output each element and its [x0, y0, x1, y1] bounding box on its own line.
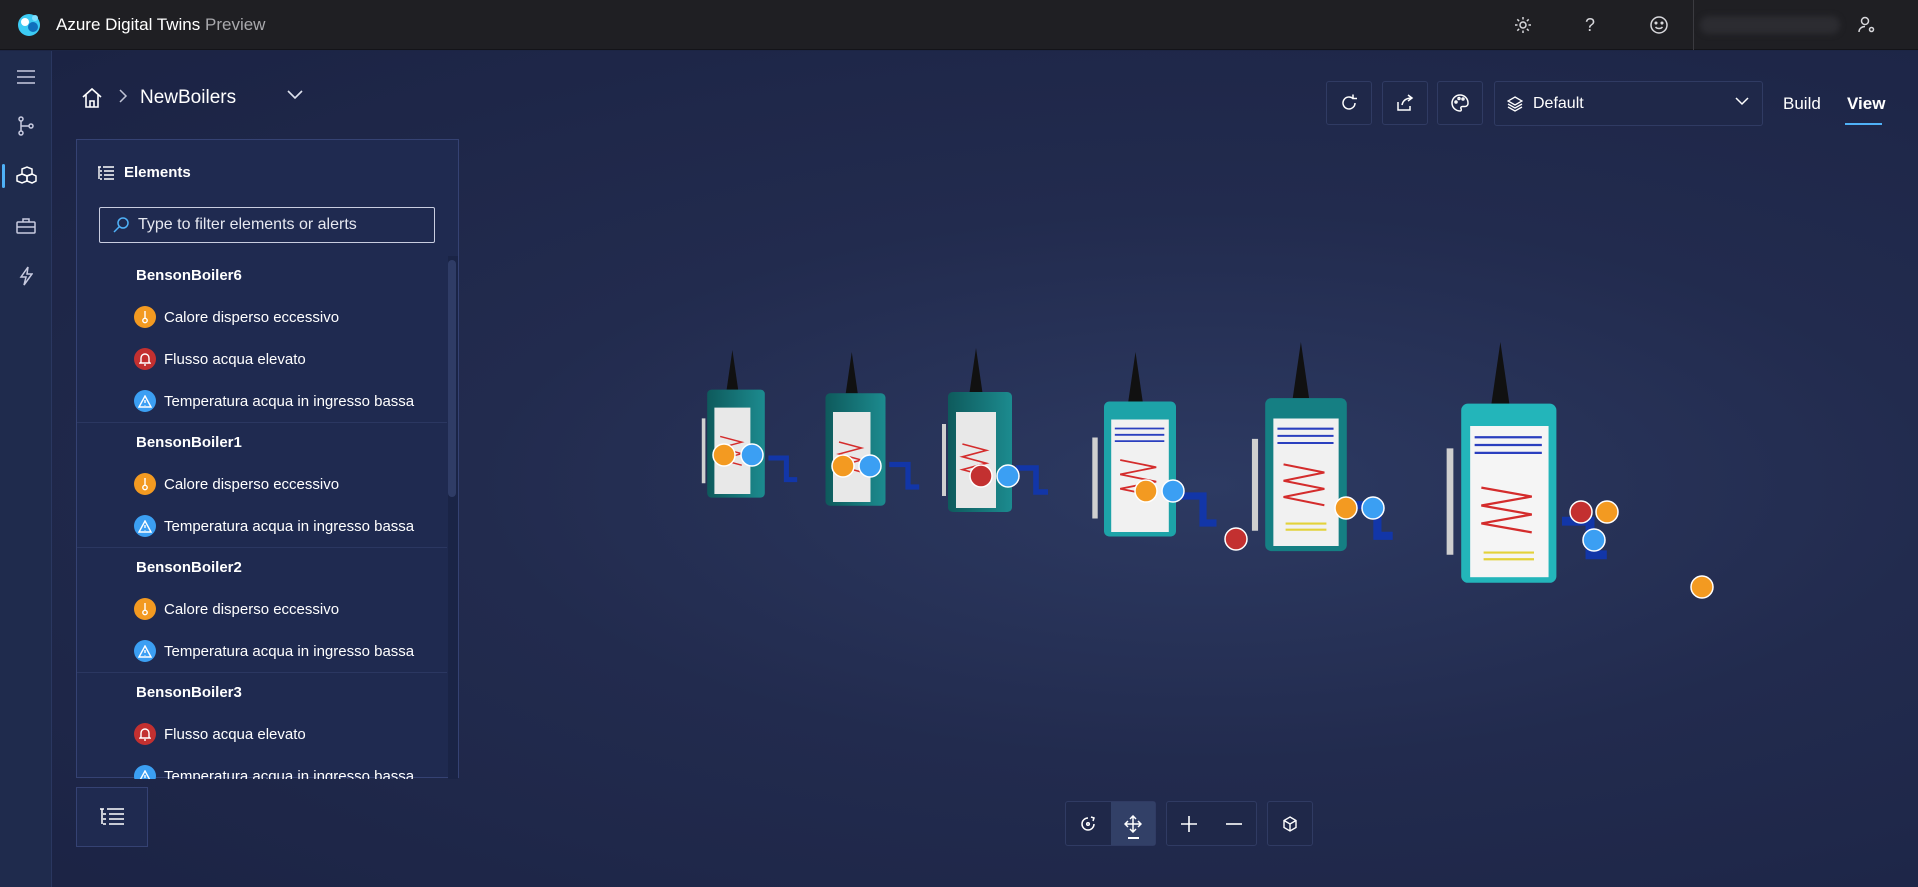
reset-view-group — [1267, 801, 1313, 846]
alert-item[interactable]: Calore disperso eccessivo — [77, 296, 447, 338]
active-tab-indicator — [1845, 123, 1882, 125]
element-group: BensonBoiler1 Calore disperso eccessivo Te… — [77, 422, 447, 547]
thermometer-icon — [134, 598, 156, 620]
search-icon — [113, 217, 129, 233]
settings-icon[interactable] — [1509, 11, 1537, 39]
alert-label: Calore disperso eccessivo — [164, 475, 340, 493]
warning-triangle-icon — [134, 390, 156, 412]
top-divider — [1693, 0, 1694, 50]
element-name[interactable]: BensonBoiler2 — [77, 548, 447, 588]
move-arrows-icon — [1123, 814, 1142, 833]
alert-label: Temperatura acqua in ingresso bassa — [164, 642, 415, 660]
warning-triangle-icon — [134, 765, 156, 779]
thermometer-icon — [134, 306, 156, 328]
chevron-down-icon — [1734, 94, 1750, 112]
alert-item[interactable]: Temperatura acqua in ingresso bassa — [77, 630, 447, 672]
bell-icon — [134, 348, 156, 370]
tab-build[interactable]: Build — [1783, 94, 1821, 114]
alert-label: Temperatura acqua in ingresso bassa — [164, 767, 415, 780]
share-icon — [1397, 94, 1414, 111]
breadcrumb: NewBoilers — [80, 84, 236, 112]
element-group: BensonBoiler3 Flusso acqua elevato Tempera… — [77, 672, 447, 779]
preview-label: Preview — [205, 15, 266, 34]
alert-item[interactable]: Temperatura acqua in ingresso bassa — [77, 755, 447, 779]
zoom-out-button[interactable] — [1212, 802, 1257, 845]
layer-dropdown-value: Default — [1533, 94, 1584, 112]
refresh-button[interactable] — [1326, 81, 1372, 125]
breadcrumb-scene-name: NewBoilers — [140, 87, 237, 108]
pan-button[interactable] — [1110, 802, 1155, 845]
element-group: BensonBoiler2 Calore disperso eccessivo Te… — [77, 547, 447, 672]
elements-list: BensonBoiler6 Calore disperso eccessivo Fl… — [77, 256, 447, 779]
plus-icon — [1181, 815, 1198, 832]
alert-label: Calore disperso eccessivo — [164, 308, 340, 326]
alert-label: Temperatura acqua in ingresso bassa — [164, 392, 415, 410]
app-title: Azure Digital Twins — [56, 15, 201, 34]
theme-button[interactable] — [1437, 81, 1483, 125]
camera-mode-group — [1065, 801, 1156, 846]
zoom-group — [1166, 801, 1257, 846]
elements-panel-title: Elements — [124, 164, 191, 181]
warning-triangle-icon — [134, 640, 156, 662]
alert-label: Temperatura acqua in ingresso bassa — [164, 517, 415, 535]
hamburger-menu-icon[interactable] — [0, 57, 52, 97]
list-tree-icon — [100, 808, 124, 825]
layers-icon — [1507, 95, 1523, 112]
reset-camera-button[interactable] — [1268, 802, 1312, 845]
scenes-icon[interactable] — [0, 156, 52, 196]
home-icon[interactable] — [80, 86, 104, 110]
element-name[interactable]: BensonBoiler1 — [77, 423, 447, 463]
elements-panel: Elements BensonBoiler6 Calore disperso ec… — [76, 139, 459, 779]
boilers-3d-scene[interactable] — [690, 330, 1750, 650]
feedback-smiley-icon[interactable] — [1645, 11, 1673, 39]
azure-digital-twins-logo-icon — [15, 11, 43, 39]
chevron-right-icon — [118, 88, 128, 109]
minus-icon — [1225, 822, 1242, 825]
model-graph-icon[interactable] — [0, 106, 52, 146]
alert-label: Calore disperso eccessivo — [164, 600, 340, 618]
orbit-button[interactable] — [1066, 802, 1111, 845]
element-group: BensonBoiler6 Calore disperso eccessivo Fl… — [77, 256, 447, 422]
zoom-in-button[interactable] — [1167, 802, 1212, 845]
alert-item[interactable]: Temperatura acqua in ingresso bassa — [77, 505, 447, 547]
toggle-elements-panel-button[interactable] — [76, 787, 148, 847]
events-lightning-icon[interactable] — [0, 256, 52, 296]
thermometer-icon — [134, 473, 156, 495]
bell-icon — [134, 723, 156, 745]
help-icon[interactable]: ? — [1576, 11, 1604, 39]
list-tree-icon — [98, 165, 114, 180]
alert-item[interactable]: Flusso acqua elevato — [77, 713, 447, 755]
refresh-icon — [1342, 94, 1357, 110]
element-name[interactable]: BensonBoiler3 — [77, 673, 447, 713]
element-name[interactable]: BensonBoiler6 — [77, 256, 447, 296]
account-icon[interactable] — [1853, 11, 1881, 39]
tab-view[interactable]: View — [1847, 94, 1885, 114]
palette-icon — [1451, 94, 1469, 112]
elements-scrollbar-thumb[interactable] — [448, 260, 456, 497]
cube-icon — [1283, 815, 1297, 832]
filter-box[interactable] — [99, 207, 435, 243]
elements-panel-header: Elements — [97, 164, 191, 181]
alert-item[interactable]: Flusso acqua elevato — [77, 338, 447, 380]
boilers-3d-render — [701, 342, 1714, 599]
alert-item[interactable]: Calore disperso eccessivo — [77, 588, 447, 630]
alert-label: Flusso acqua elevato — [164, 350, 306, 368]
alert-label: Flusso acqua elevato — [164, 725, 306, 743]
orbit-icon — [1081, 815, 1096, 831]
user-name-redacted — [1700, 16, 1840, 34]
layer-dropdown[interactable]: Default — [1494, 81, 1763, 126]
toolbox-icon[interactable] — [0, 206, 52, 246]
alert-item[interactable]: Calore disperso eccessivo — [77, 463, 447, 505]
filter-input[interactable] — [138, 216, 418, 234]
left-nav-rail — [0, 51, 52, 887]
top-bar: Azure Digital Twins Preview ? — [0, 0, 1918, 50]
scene-switcher-chevron-down-icon[interactable] — [286, 88, 304, 106]
share-button[interactable] — [1382, 81, 1428, 125]
alert-item[interactable]: Temperatura acqua in ingresso bassa — [77, 380, 447, 422]
warning-triangle-icon — [134, 515, 156, 537]
